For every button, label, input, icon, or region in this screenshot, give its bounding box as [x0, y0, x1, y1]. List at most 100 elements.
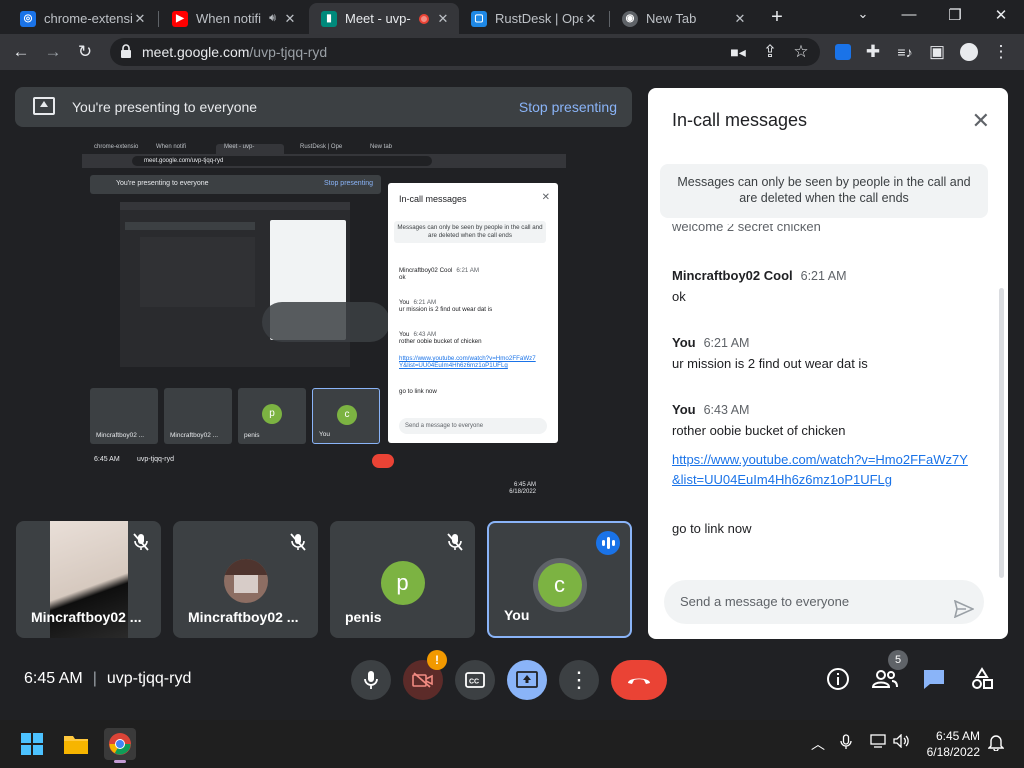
leave-call-button[interactable]: [611, 660, 667, 700]
new-tab-button[interactable]: +: [765, 6, 789, 30]
present-now-button[interactable]: [507, 660, 547, 700]
preview-nested-screen: [120, 202, 350, 367]
participant-tile-you[interactable]: c You: [487, 521, 632, 638]
captions-button[interactable]: CC: [455, 660, 495, 700]
tab-youtube[interactable]: ▶ When notifi 🔊︎ ✕: [160, 3, 306, 34]
side-panel-icon[interactable]: ▣: [926, 41, 948, 63]
message-time: 6:21 AM: [800, 269, 847, 283]
camera-in-use-icon[interactable]: ■◂: [727, 41, 749, 63]
close-chat-button[interactable]: ✕: [972, 108, 990, 134]
recording-icon: [419, 13, 429, 24]
preview-url: meet.google.com/uvp-tjqq-ryd: [132, 156, 432, 166]
close-tab-icon[interactable]: ✕: [282, 11, 298, 27]
tab-search-icon[interactable]: ⌄: [851, 6, 875, 22]
preview-chat-title: In-call messages: [399, 194, 467, 204]
back-button[interactable]: ←: [10, 41, 32, 63]
lock-icon[interactable]: [120, 44, 132, 63]
browser-menu-icon[interactable]: ⋮: [990, 41, 1012, 63]
avatar-face: [233, 575, 258, 593]
message-text: ur mission is 2 find out wear dat is: [672, 356, 868, 371]
chat-partial-text: welcome 2 secret chicken: [672, 224, 821, 234]
preview-last-message: go to link now: [399, 388, 437, 395]
meeting-separator: |: [92, 670, 97, 687]
more-vert-icon: ⋮: [568, 667, 590, 692]
microphone-icon: [364, 671, 378, 689]
preview-tile-name: Mincraftboy02 ...: [96, 432, 145, 439]
stop-presenting-button[interactable]: Stop presenting: [519, 99, 617, 115]
tab-chrome-extension[interactable]: ◎ chrome-extensio ✕: [8, 3, 156, 34]
preview-clock-time: 6:45 AM: [513, 482, 536, 488]
in-call-messages-panel: In-call messages ✕ Messages can only be …: [648, 88, 1008, 639]
close-tab-icon[interactable]: ✕: [583, 11, 599, 27]
youtube-icon: ▶: [172, 10, 188, 27]
taskbar-clock[interactable]: 6:45 AM 6/18/2022: [927, 728, 980, 760]
more-options-button[interactable]: ⋮: [559, 660, 599, 700]
restore-button[interactable]: ❐: [943, 6, 967, 24]
forward-button[interactable]: →: [42, 41, 64, 63]
bookmark-star-icon[interactable]: ☆: [790, 41, 812, 63]
presenting-text: You're presenting to everyone: [72, 99, 258, 115]
tab-strip: ◎ chrome-extensio ✕ ▶ When notifi 🔊︎ ✕ ▮…: [0, 0, 1024, 34]
close-tab-icon[interactable]: ✕: [132, 11, 148, 27]
show-hidden-icons-icon[interactable]: ︿: [811, 734, 825, 754]
preview-tile: Mincraftboy02 ...: [90, 388, 158, 444]
preview-tile: p penis: [238, 388, 306, 444]
browser-toolbar: ← → ↻ meet.google.com/uvp-tjqq-ryd ■◂ ⇪ …: [0, 34, 1024, 70]
tab-separator: [158, 11, 159, 27]
nested-banner: [125, 222, 255, 230]
send-icon[interactable]: [953, 592, 975, 636]
notification-bell-icon[interactable]: [987, 733, 1005, 754]
volume-icon[interactable]: [893, 733, 911, 751]
chat-message-input[interactable]: Send a message to everyone: [664, 580, 984, 624]
youtube-link[interactable]: https://www.youtube.com/watch?v=Hmo2FFaW…: [672, 450, 972, 490]
close-window-button[interactable]: ✕: [989, 6, 1013, 24]
preview-chat-input: Send a message to everyone: [399, 418, 547, 434]
preview-code: uvp-tjqq-ryd: [137, 456, 174, 463]
end-call-icon: [628, 678, 650, 684]
mic-off-icon: [447, 533, 463, 556]
mic-off-icon: [133, 533, 149, 556]
tray-microphone-icon[interactable]: [840, 734, 852, 753]
camera-off-icon: [412, 672, 433, 688]
camera-alert-badge: !: [427, 650, 447, 670]
tab-meet[interactable]: ▮ Meet - uvp- ✕: [309, 3, 459, 34]
extensions-puzzle-icon[interactable]: ✚: [862, 41, 884, 63]
meeting-details-button[interactable]: [825, 666, 851, 692]
file-explorer-button[interactable]: [60, 728, 92, 760]
reload-button[interactable]: ↻: [74, 41, 96, 63]
address-bar[interactable]: meet.google.com/uvp-tjqq-ryd: [110, 38, 820, 66]
preview-tile: c You: [312, 388, 380, 444]
network-icon[interactable]: [870, 734, 886, 751]
people-icon: [872, 670, 898, 688]
preview-link: https://www.youtube.com/watch?v=Hmo2FFaW…: [399, 355, 536, 369]
start-button[interactable]: [16, 728, 48, 760]
chat-button[interactable]: [921, 666, 947, 692]
tab-title: When notifi: [196, 11, 262, 26]
nested-toolbar: [120, 202, 350, 210]
extension-app-icon[interactable]: [832, 41, 854, 63]
chat-scrollbar[interactable]: [999, 288, 1004, 578]
media-control-icon[interactable]: ≡♪: [894, 41, 916, 63]
activities-button[interactable]: [969, 666, 995, 692]
participant-tile[interactable]: Mincraftboy02 ...: [16, 521, 161, 638]
participant-tile[interactable]: Mincraftboy02 ...: [173, 521, 318, 638]
microphone-button[interactable]: [351, 660, 391, 700]
profile-icon[interactable]: [958, 41, 980, 63]
message-text: ok: [672, 289, 686, 304]
preview-tile-name: Mincraftboy02 ...: [170, 432, 219, 439]
audio-playing-icon[interactable]: 🔊︎: [269, 12, 276, 25]
participant-tile[interactable]: p penis: [330, 521, 475, 638]
close-tab-icon[interactable]: ✕: [732, 11, 748, 27]
minimize-button[interactable]: —: [897, 6, 921, 23]
camera-button[interactable]: !: [403, 650, 447, 700]
close-tab-icon[interactable]: ✕: [435, 11, 451, 27]
preview-presenting-text: You're presenting to everyone: [116, 180, 209, 187]
share-icon[interactable]: ⇪: [759, 41, 781, 63]
preview-sender: You: [399, 299, 410, 306]
preview-tab: New tab: [370, 144, 393, 150]
people-button[interactable]: 5: [872, 650, 908, 692]
chrome-taskbar-button[interactable]: [104, 728, 136, 763]
tab-rustdesk[interactable]: ▢ RustDesk | Ope ✕: [459, 3, 607, 34]
rustdesk-icon: ▢: [471, 10, 487, 27]
tab-new-tab[interactable]: ◉ New Tab ✕: [610, 3, 756, 34]
